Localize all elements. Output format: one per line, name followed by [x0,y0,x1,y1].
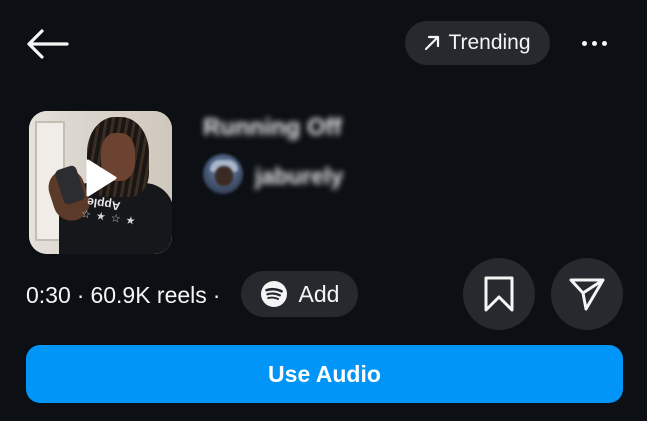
bookmark-icon [484,276,514,312]
audio-title: Running Off [203,114,342,141]
back-button[interactable] [22,24,72,64]
share-audio-button[interactable] [551,258,623,330]
more-horizontal-icon [581,40,587,46]
artist-avatar[interactable] [203,154,243,194]
arrow-left-icon [27,29,69,59]
trending-button[interactable]: Trending [405,21,550,65]
use-audio-button[interactable]: Use Audio [26,345,623,403]
play-button[interactable] [76,154,124,202]
meta-separator: · [76,281,85,308]
artist-name[interactable]: jaburely [255,163,343,189]
meta-separator-trailing: · [212,281,221,308]
arrow-up-right-icon [425,35,440,51]
top-bar: Trending [0,0,647,86]
trending-label: Trending [448,31,531,54]
add-to-spotify-button[interactable]: Add [241,271,358,317]
reels-count: 60.9K reels [90,281,207,308]
play-icon [86,159,117,197]
audio-thumbnail[interactable]: Apple ☆ ★ ☆ ★ [29,111,172,254]
send-icon [569,278,605,311]
audio-meta: 0:30 · 60.9K reels · [26,279,220,311]
spotify-icon [260,281,287,307]
save-audio-button[interactable] [463,258,535,330]
add-label: Add [298,280,340,307]
audio-duration: 0:30 [26,281,71,308]
more-options-button[interactable] [570,26,618,60]
